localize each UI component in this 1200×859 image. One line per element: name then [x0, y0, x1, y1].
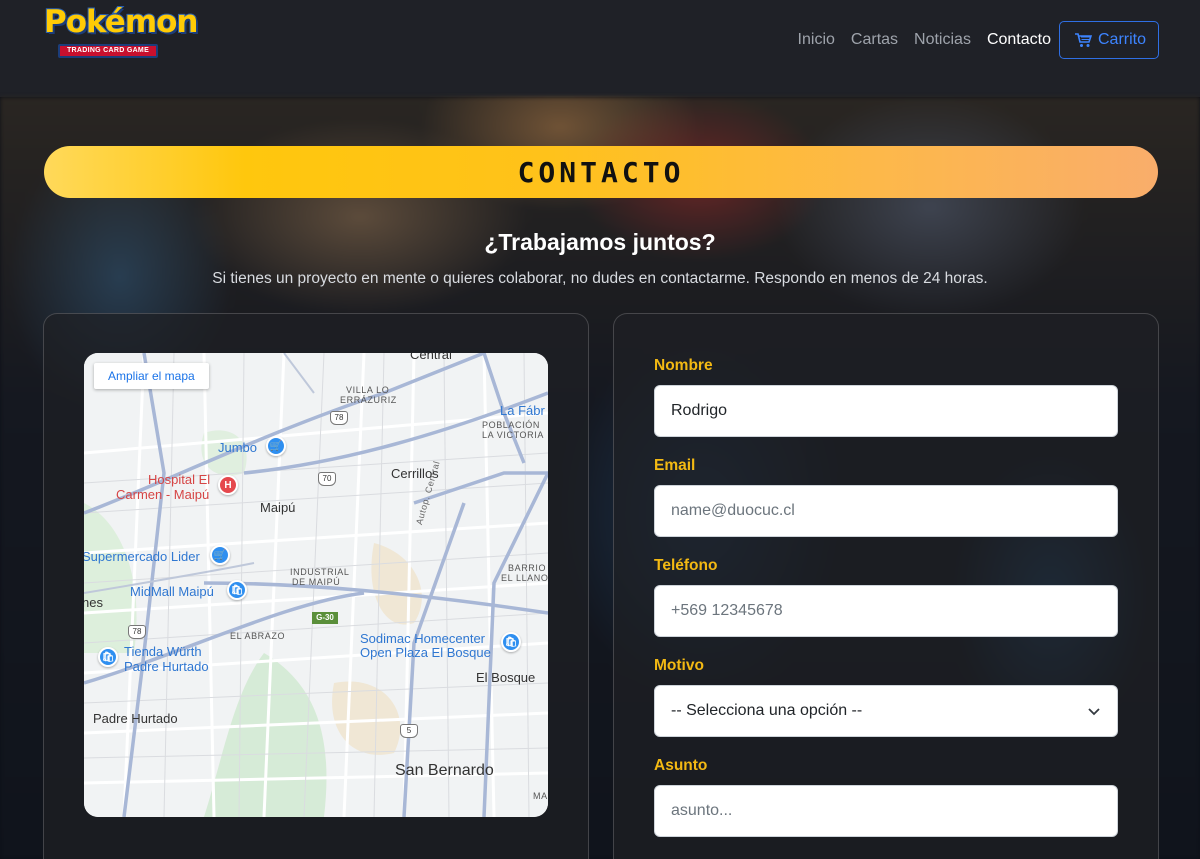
- map-label: Maipú: [260, 500, 296, 515]
- navbar: Pokémon TRADING CARD GAME Inicio Cartas …: [0, 0, 1200, 97]
- map-label: El Bosque: [476, 670, 536, 685]
- route-5-shield: 5: [400, 724, 418, 738]
- map-label: Jumbo: [218, 440, 258, 455]
- map-label: Carmen - Maipú: [116, 487, 210, 502]
- shopping-bag-pin-icon[interactable]: 🛍: [501, 632, 521, 652]
- map-label: La Fábr: [500, 403, 545, 418]
- route-70-shield: 70: [318, 472, 336, 486]
- email-input[interactable]: [654, 485, 1118, 537]
- map-label: nes: [84, 595, 103, 610]
- map-label: ERRÁZURIZ: [340, 395, 397, 405]
- map-label: VILLA LO: [346, 385, 390, 395]
- cart-pin-icon[interactable]: 🛒: [210, 545, 230, 565]
- nav-links: Inicio Cartas Noticias Contacto Carrito: [782, 21, 1159, 59]
- cart-button[interactable]: Carrito: [1058, 21, 1159, 59]
- map-label: Padre Hurtado: [93, 711, 178, 726]
- nav-link-cartas[interactable]: Cartas: [851, 21, 898, 59]
- map-label: San Bernardo: [395, 762, 494, 779]
- map-label: Open Plaza El Bosque: [360, 645, 491, 660]
- map-label: Padre Hurtado: [124, 659, 209, 674]
- page-title: CONTACTO: [517, 155, 685, 189]
- route-g30-shield: G-30: [312, 612, 338, 624]
- map-label: EL LLANO: [501, 573, 548, 583]
- cart-icon: [1074, 33, 1092, 47]
- nav-link-inicio[interactable]: Inicio: [798, 21, 835, 59]
- logo-subtitle: TRADING CARD GAME: [58, 44, 158, 58]
- logo-wordmark: Pokémon: [43, 3, 200, 41]
- map-label: LA VICTORIA: [482, 430, 544, 440]
- shopping-bag-pin-icon[interactable]: 🛍: [98, 647, 118, 667]
- cart-pin-icon[interactable]: 🛒: [266, 436, 286, 456]
- route-78-shield: 78: [330, 411, 348, 425]
- telefono-input[interactable]: [654, 585, 1118, 637]
- map-label: MidMall Maipú: [130, 584, 214, 599]
- nav-link-contacto[interactable]: Contacto: [987, 21, 1051, 59]
- embedded-map[interactable]: Ampliar el mapa Central VILLA LO ERRÁZUR…: [84, 353, 548, 817]
- map-label: Tienda Würth: [124, 644, 202, 659]
- map-label: Sodimac Homecenter: [360, 631, 485, 646]
- section-lead: Si tienes un proyecto en mente o quieres…: [212, 270, 988, 287]
- motivo-selected-value: -- Selecciona una opción --: [671, 702, 863, 719]
- email-label: Email: [654, 457, 696, 474]
- nav-link-noticias[interactable]: Noticias: [914, 21, 971, 59]
- nombre-label: Nombre: [654, 357, 713, 374]
- asunto-input[interactable]: [654, 785, 1118, 837]
- cart-label: Carrito: [1097, 31, 1146, 48]
- map-label: MA: [533, 791, 548, 801]
- map-label: Supermercado Lider: [84, 549, 200, 564]
- map-label: EL ABRAZO: [230, 631, 286, 641]
- map-label: Central: [410, 353, 452, 362]
- shopping-bag-pin-icon[interactable]: 🛍: [227, 580, 247, 600]
- motivo-select[interactable]: -- Selecciona una opción --: [654, 685, 1118, 737]
- pokemon-tcg-logo[interactable]: Pokémon TRADING CARD GAME: [43, 2, 200, 62]
- map-enlarge-button[interactable]: Ampliar el mapa: [94, 363, 209, 389]
- section-subtitle: ¿Trabajamos juntos?: [484, 229, 716, 255]
- asunto-label: Asunto: [654, 757, 708, 774]
- map-label: BARRIO: [508, 563, 547, 573]
- nombre-input[interactable]: [654, 385, 1118, 437]
- map-label: POBLACIÓN: [482, 420, 540, 430]
- page-title-banner: CONTACTO: [44, 146, 1158, 198]
- map-label: Hospital El: [148, 472, 211, 487]
- hospital-pin-icon[interactable]: H: [218, 475, 238, 495]
- motivo-label: Motivo: [654, 657, 704, 674]
- map-label: DE MAIPÚ: [292, 577, 341, 587]
- telefono-label: Teléfono: [654, 557, 718, 574]
- map-label: INDUSTRIAL: [290, 567, 350, 577]
- chevron-down-icon: [1088, 708, 1100, 716]
- route-78-shield: 78: [128, 625, 146, 639]
